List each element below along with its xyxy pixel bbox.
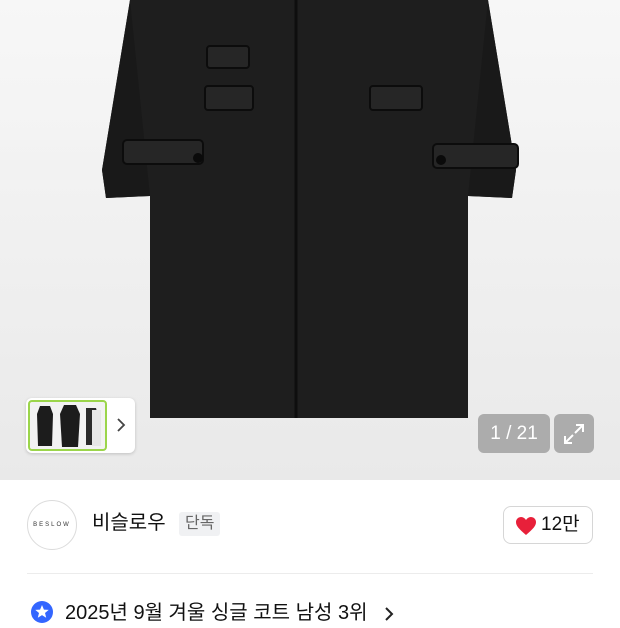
expand-arrows-icon [564, 424, 584, 444]
brand-row: BESLOW 비슬로우 단독 12만 [0, 480, 620, 572]
like-count: 12만 [541, 514, 580, 535]
like-button[interactable]: 12만 [503, 506, 593, 544]
image-counter: 1 / 21 [478, 414, 550, 453]
brand-logo[interactable]: BESLOW [27, 500, 77, 550]
brand-name[interactable]: 비슬로우 [92, 510, 166, 536]
divider [27, 573, 593, 574]
exclusive-badge: 단독 [179, 512, 221, 536]
heart-icon [516, 517, 536, 535]
thumbnail-image[interactable] [28, 400, 107, 451]
ranking-text: 2025년 9월 겨울 싱글 코트 남성 3위 [65, 602, 368, 624]
thumbnail-strip[interactable] [26, 398, 135, 453]
star-badge-icon [31, 601, 53, 623]
expand-button[interactable] [554, 414, 594, 453]
chevron-right-icon[interactable] [113, 414, 129, 436]
brand-logo-text: BESLOW [33, 522, 71, 528]
ranking-link[interactable]: 2025년 9월 겨울 싱글 코트 남성 3위 [27, 598, 593, 628]
product-image-gallery[interactable]: 1 / 21 [0, 0, 620, 480]
